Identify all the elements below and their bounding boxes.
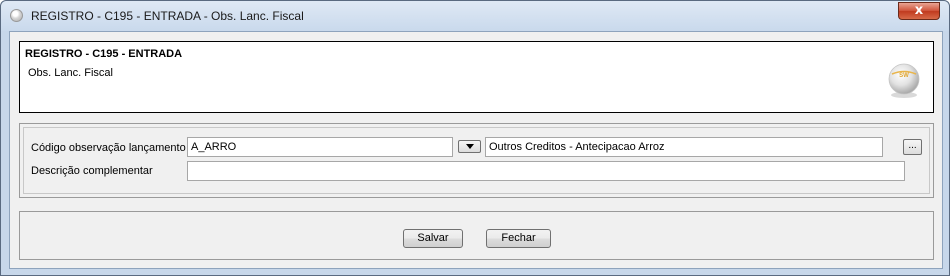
codigo-dropdown-button[interactable] — [458, 140, 481, 153]
form-panel-inner: Código observação lançamento A_ARRO Outr… — [23, 127, 930, 194]
form-panel: Código observação lançamento A_ARRO Outr… — [19, 123, 934, 198]
descricao-complementar-label: Descrição complementar — [31, 165, 153, 177]
codigo-input[interactable]: A_ARRO — [187, 137, 453, 157]
logo-sphere-icon: SW — [888, 63, 920, 98]
title-bar[interactable]: REGISTRO - C195 - ENTRADA - Obs. Lanc. F… — [1, 1, 949, 31]
app-icon — [10, 9, 23, 22]
close-button[interactable]: Fechar — [486, 229, 551, 248]
descricao-complementar-input[interactable] — [187, 161, 905, 181]
window-title: REGISTRO - C195 - ENTRADA - Obs. Lanc. F… — [31, 9, 304, 23]
descricao-obs-field[interactable]: Outros Creditos - Antecipacao Arroz — [485, 137, 883, 157]
header-title: REGISTRO - C195 - ENTRADA — [25, 48, 183, 60]
header-subtitle: Obs. Lanc. Fiscal — [28, 67, 113, 79]
codigo-label: Código observação lançamento — [31, 142, 186, 154]
window-close-button[interactable]: x — [898, 2, 940, 20]
dialog-body: REGISTRO - C195 - ENTRADA Obs. Lanc. Fis… — [9, 31, 943, 269]
header-panel: REGISTRO - C195 - ENTRADA Obs. Lanc. Fis… — [19, 41, 934, 113]
lookup-button[interactable]: ... — [903, 139, 922, 155]
dialog-window: REGISTRO - C195 - ENTRADA - Obs. Lanc. F… — [0, 0, 950, 276]
button-panel: Salvar Fechar — [19, 211, 934, 260]
save-button[interactable]: Salvar — [403, 229, 463, 248]
logo-text: SW — [899, 73, 909, 79]
